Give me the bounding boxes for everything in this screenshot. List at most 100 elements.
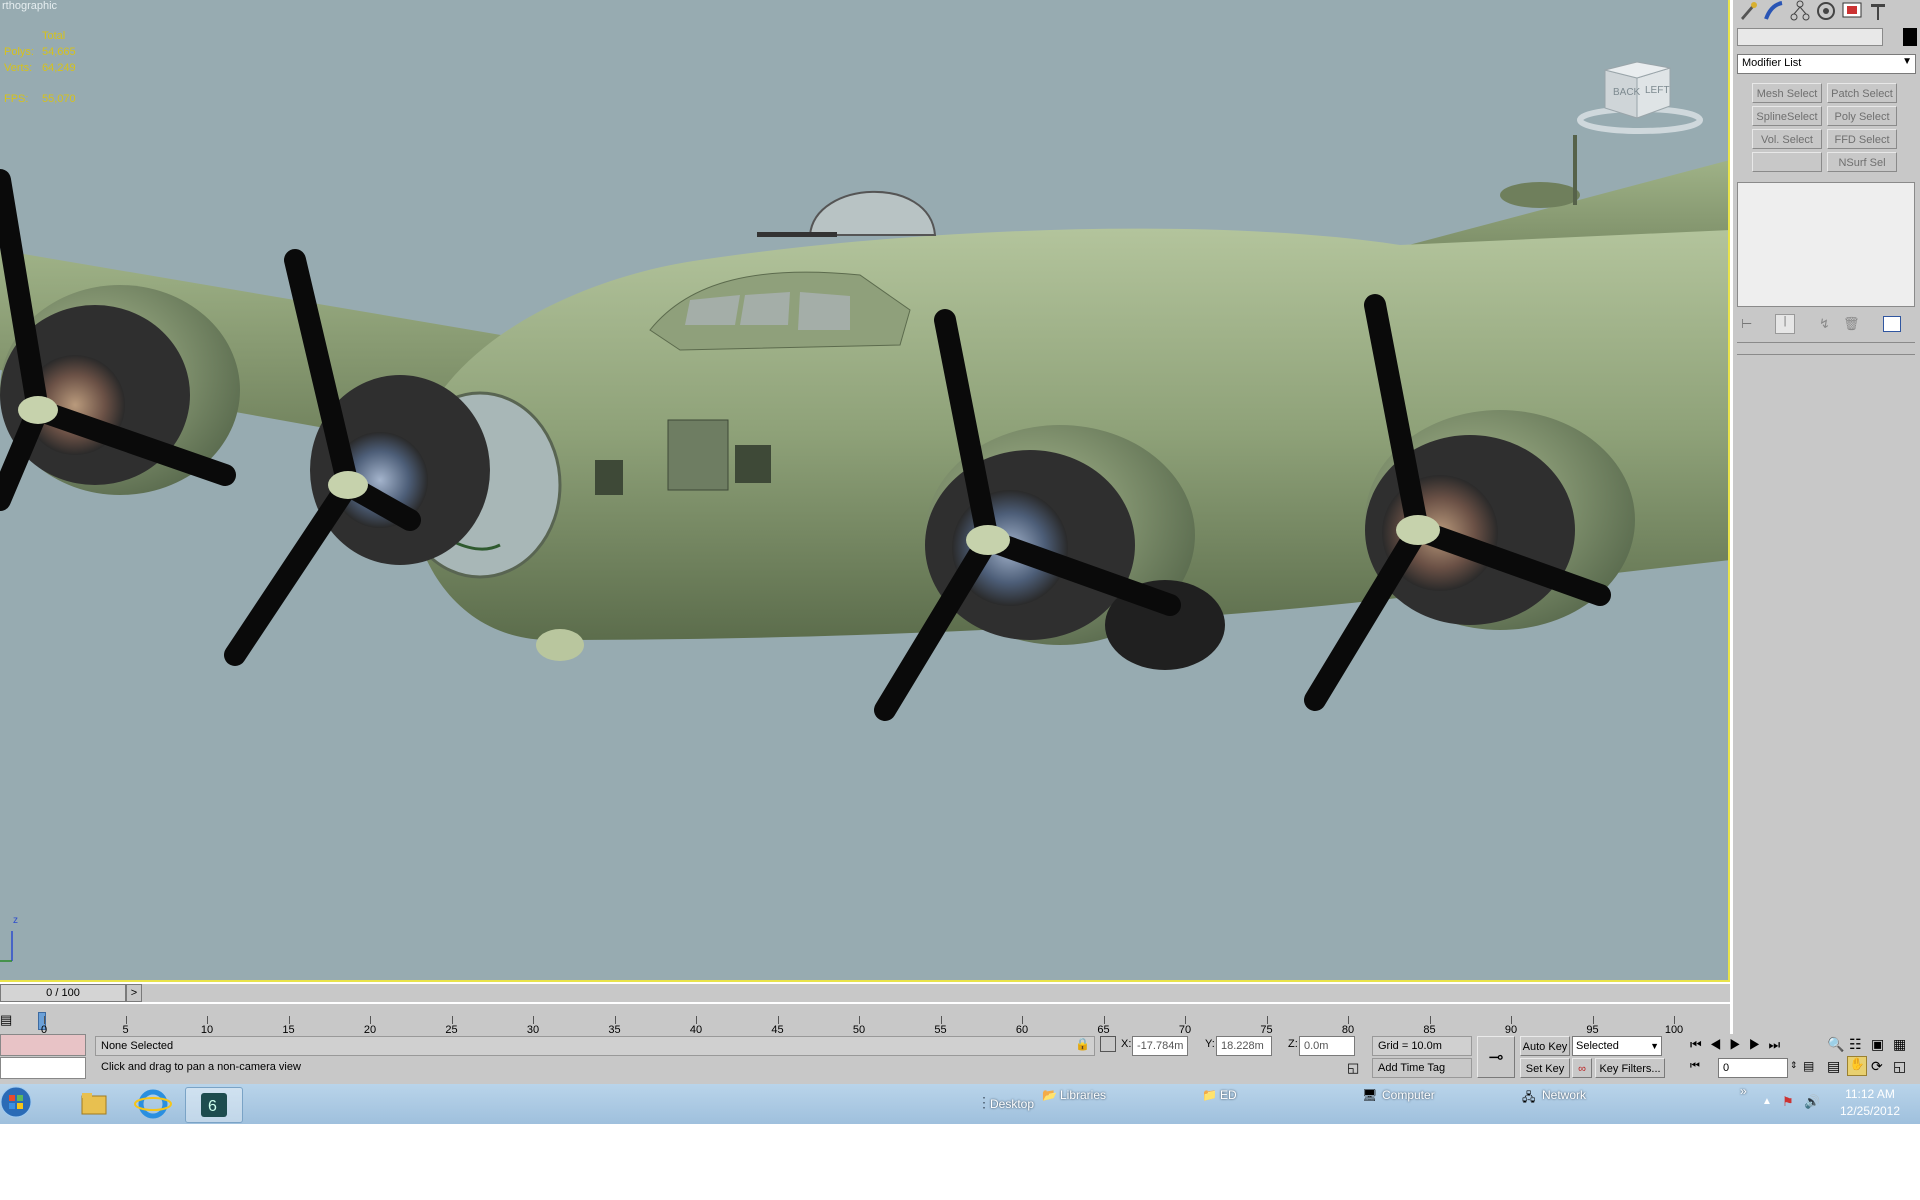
taskbar-3dsmax[interactable]: 6 [185, 1087, 243, 1123]
spline-select-button[interactable]: SplineSelect [1752, 106, 1822, 126]
taskbar-internet-explorer[interactable] [125, 1087, 181, 1121]
tick-mark [1429, 1016, 1431, 1024]
pin-stack-icon[interactable]: ⊢ [1741, 316, 1752, 332]
configure-sets-icon[interactable] [1883, 316, 1901, 332]
viewport-orthographic[interactable]: rthographic Total Polys: 54,665 Verts: 64,… [0, 0, 1730, 982]
mesh-select-button[interactable]: Mesh Select [1752, 83, 1822, 103]
vol-select-button[interactable]: Vol. Select [1752, 129, 1822, 149]
key-tangent-icon[interactable]: ∞ [1572, 1058, 1592, 1078]
y-coordinate-field[interactable]: 18.228m [1216, 1036, 1272, 1056]
modifier-list-label: Modifier List [1742, 57, 1802, 69]
zoom-extents-icon[interactable]: ▣ [1871, 1036, 1884, 1053]
absolute-mode-icon[interactable] [1100, 1036, 1116, 1052]
tick-mark [451, 1016, 453, 1024]
make-unique-icon[interactable]: ↯ [1819, 316, 1830, 332]
tick-mark [533, 1016, 534, 1024]
selection-lock-icon[interactable]: 🔒 [1075, 1037, 1090, 1051]
orbit-icon[interactable]: ⟳ [1871, 1058, 1883, 1075]
key-mode-dropdown[interactable]: Selected ▼ [1572, 1036, 1662, 1056]
pan-view-icon[interactable]: ✋ [1847, 1056, 1867, 1076]
panel-divider [1737, 342, 1915, 343]
modifier-list-dropdown[interactable]: Modifier List ▼ [1737, 54, 1916, 74]
ed-link[interactable]: ED [1220, 1088, 1237, 1102]
next-frame-button[interactable]: > [126, 984, 142, 1002]
show-end-result-icon[interactable]: | [1775, 314, 1795, 334]
tick-mark [1022, 1016, 1023, 1024]
motion-icon[interactable] [1815, 0, 1837, 22]
next-frame-icon[interactable]: ▶ [1749, 1037, 1769, 1052]
clock-time[interactable]: 11:12 AM [1830, 1087, 1910, 1101]
computer-link[interactable]: Computer [1382, 1088, 1435, 1102]
utilities-icon[interactable] [1867, 0, 1889, 22]
create-icon[interactable] [1737, 0, 1759, 22]
maxscript-listener-output[interactable] [0, 1057, 86, 1079]
current-frame-field[interactable]: 0 [1718, 1058, 1788, 1078]
object-color-swatch[interactable] [1903, 28, 1917, 46]
play-icon[interactable]: ▶ [1729, 1037, 1749, 1052]
toolbar-grip-icon: ⋮ [977, 1094, 991, 1110]
poly-select-button[interactable]: Poly Select [1827, 106, 1897, 126]
go-to-end-icon[interactable]: ⏭ [1769, 1037, 1789, 1052]
taskbar-explorer[interactable] [66, 1087, 122, 1121]
tick-mark [1185, 1016, 1186, 1024]
empty-modifier-button[interactable] [1752, 152, 1822, 172]
status-bar: None Selected Click and drag to pan a no… [0, 1034, 1920, 1084]
nsurf-sel-button[interactable]: NSurf Sel [1827, 152, 1897, 172]
zoom-all-icon[interactable]: ☷ [1849, 1036, 1862, 1053]
maximize-viewport-icon[interactable]: ◱ [1893, 1058, 1906, 1075]
start-button[interactable] [0, 1084, 34, 1120]
time-tag-icon[interactable]: ◱ [1347, 1060, 1359, 1076]
object-name-input[interactable] [1737, 28, 1883, 46]
key-filters-button[interactable]: Key Filters... [1595, 1058, 1665, 1078]
tick-mark [1103, 1016, 1105, 1024]
time-slider-thumb[interactable]: 0 / 100 [0, 984, 126, 1002]
volume-icon[interactable]: 🔊 [1804, 1094, 1820, 1110]
desktop-toolbar-link[interactable]: Desktop [990, 1097, 1034, 1111]
display-icon[interactable] [1841, 0, 1863, 22]
field-of-view-icon[interactable]: ▤ [1827, 1058, 1840, 1075]
set-key-mode-button[interactable]: ⊸ [1477, 1036, 1515, 1078]
3dsmax-icon: 6 [201, 1093, 227, 1117]
patch-select-button[interactable]: Patch Select [1827, 83, 1897, 103]
network-link[interactable]: Network [1542, 1088, 1586, 1102]
remove-modifier-icon[interactable]: 🗑 [1843, 316, 1860, 332]
modifier-stack[interactable] [1737, 182, 1915, 307]
maxscript-listener-mini[interactable] [0, 1034, 86, 1056]
modify-icon[interactable] [1763, 0, 1785, 22]
add-time-tag-button[interactable]: Add Time Tag [1372, 1058, 1472, 1078]
key-mode-value: Selected [1576, 1040, 1619, 1052]
z-coordinate-field[interactable]: 0.0m [1299, 1036, 1355, 1056]
libraries-link[interactable]: Libraries [1060, 1088, 1106, 1102]
auto-key-button[interactable]: Auto Key [1520, 1036, 1570, 1056]
track-bar[interactable]: ▤ 0 5 10 15 20 25 30 35 40 45 50 55 60 65 70 75 80 85 90 95… [0, 1004, 1730, 1036]
toolbar-overflow-button[interactable]: » [1740, 1084, 1747, 1098]
previous-frame-icon[interactable]: ◀ [1710, 1037, 1730, 1052]
panel-divider [1737, 354, 1915, 355]
x-coord-label: X: [1121, 1038, 1132, 1050]
tick-mark [696, 1016, 697, 1024]
x-coordinate-field[interactable]: -17.784m [1132, 1036, 1188, 1056]
modifier-stack-toolbar: ⊢ | ↯ 🗑 [1737, 314, 1917, 336]
key-mode-toggle-icon[interactable]: ⏮ [1690, 1060, 1700, 1073]
set-key-button[interactable]: Set Key [1520, 1058, 1570, 1078]
zoom-icon[interactable]: 🔍 [1827, 1036, 1844, 1053]
clock-date[interactable]: 12/25/2012 [1830, 1104, 1910, 1118]
hierarchy-icon[interactable] [1789, 0, 1811, 22]
tick-mark [288, 1016, 290, 1024]
tick-mark [777, 1016, 779, 1024]
tick-mark [859, 1016, 860, 1024]
aircraft-model[interactable] [0, 0, 1728, 980]
go-to-start-icon[interactable]: ⏮ [1690, 1037, 1710, 1052]
time-slider[interactable]: 0 / 100 > [0, 984, 1730, 1002]
prompt-line: Click and drag to pan a non-camera view [101, 1061, 301, 1073]
ffd-select-button[interactable]: FFD Select [1827, 129, 1897, 149]
frame-spinner-icon[interactable]: ⇕ [1790, 1060, 1798, 1071]
show-hidden-icons-icon[interactable]: ▲ [1762, 1096, 1772, 1107]
action-center-flag-icon[interactable]: ⚑ [1782, 1094, 1794, 1110]
zoom-extents-all-icon[interactable]: ▦ [1893, 1036, 1906, 1053]
windows-taskbar: 6 ⋮ Desktop 📂 Libraries 📁 ED 🖥 Computer … [0, 1084, 1920, 1124]
time-configuration-icon[interactable]: ▤ [1803, 1059, 1814, 1073]
tick-mark [125, 1016, 127, 1024]
tick-mark [1348, 1016, 1349, 1024]
tick-mark [614, 1016, 616, 1024]
